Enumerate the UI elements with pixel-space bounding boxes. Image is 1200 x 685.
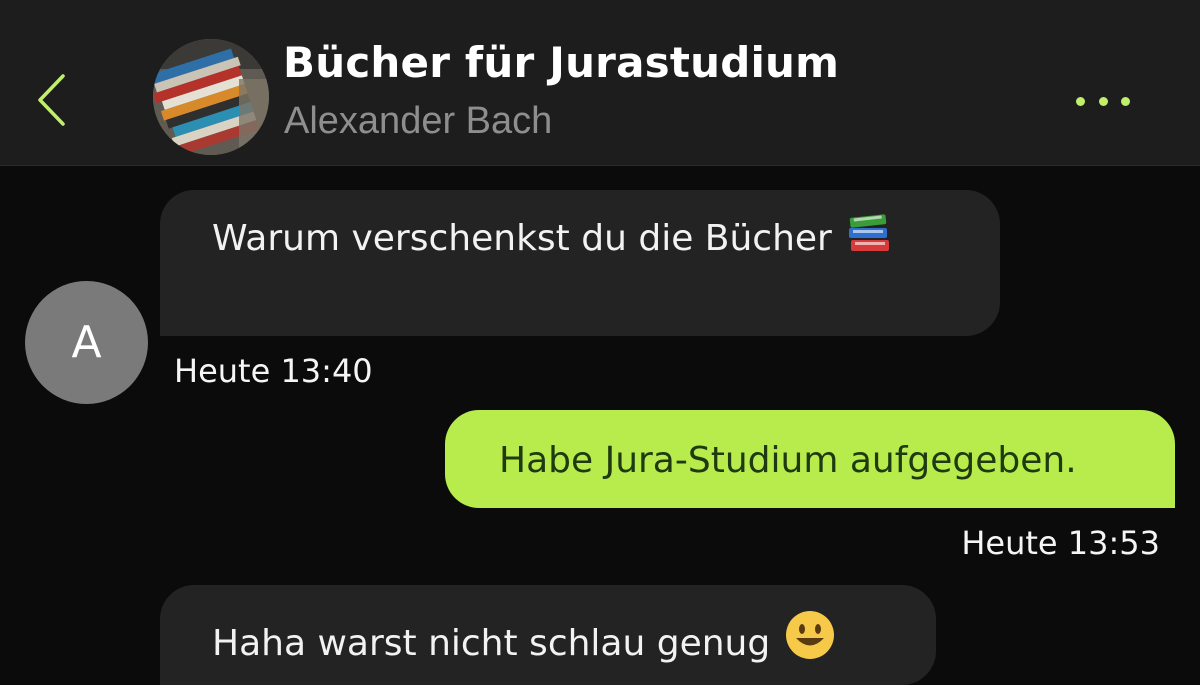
message-text: Habe Jura-Studium aufgegeben. xyxy=(499,440,1077,481)
sender-avatar[interactable]: A xyxy=(25,281,148,404)
more-dots-icon xyxy=(1076,96,1085,106)
message-bubble-incoming[interactable]: Haha warst nicht schlau genug xyxy=(160,585,936,685)
more-options-button[interactable] xyxy=(1068,84,1138,118)
chevron-left-icon xyxy=(38,74,65,126)
book-stack-image xyxy=(153,39,269,155)
chat-title: Bücher für Jurastudium xyxy=(283,38,840,87)
message-text: Warum verschenkst du die Bücher xyxy=(212,218,832,259)
back-button[interactable] xyxy=(30,70,70,130)
chat-header: Bücher für Jurastudium Alexander Bach xyxy=(0,0,1200,166)
chat-avatar[interactable] xyxy=(153,39,269,155)
books-emoji xyxy=(846,214,892,263)
message-bubble-incoming[interactable]: Warum verschenkst du die Bücher xyxy=(160,190,1000,336)
message-timestamp: Heute 13:40 xyxy=(174,352,373,390)
chat-subtitle: Alexander Bach xyxy=(284,100,553,142)
message-timestamp: Heute 13:53 xyxy=(961,524,1160,562)
more-dots-icon xyxy=(1098,96,1108,106)
message-bubble-outgoing[interactable]: Habe Jura-Studium aufgegeben. xyxy=(445,410,1175,508)
more-dots-icon xyxy=(1121,96,1130,106)
grinning-face-emoji xyxy=(784,609,836,670)
message-text: Haha warst nicht schlau genug xyxy=(212,623,771,664)
